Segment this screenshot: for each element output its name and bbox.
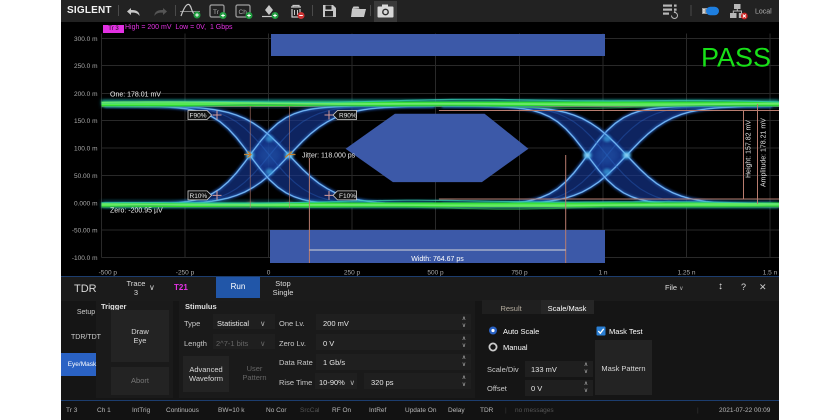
svg-text:Width: 764.67 ps: Width: 764.67 ps bbox=[411, 256, 464, 263]
svg-text:50.00 m: 50.00 m bbox=[74, 173, 98, 180]
svg-text:Amplitude: 178.21 mV: Amplitude: 178.21 mV bbox=[761, 118, 768, 187]
svg-text:Tr: Tr bbox=[213, 9, 220, 16]
svg-text:Jitter: 118.000 ps: Jitter: 118.000 ps bbox=[302, 153, 356, 160]
svg-text:-100.0 m: -100.0 m bbox=[72, 255, 98, 262]
svg-text:F90%: F90% bbox=[190, 113, 207, 120]
svg-text:100.0 m: 100.0 m bbox=[74, 146, 98, 153]
svg-text:Height: 157.82 mV: Height: 157.82 mV bbox=[746, 120, 753, 178]
svg-text:Local: Local bbox=[755, 9, 772, 16]
svg-text:R90%: R90% bbox=[339, 113, 357, 120]
svg-text:300.0 m: 300.0 m bbox=[74, 36, 98, 43]
svg-text:F10%: F10% bbox=[339, 193, 356, 200]
svg-text:PASS: PASS bbox=[701, 43, 771, 73]
svg-text:250.0 m: 250.0 m bbox=[74, 63, 98, 70]
svg-text:150.0 m: 150.0 m bbox=[74, 118, 98, 125]
svg-text:One: 178.01 mV: One: 178.01 mV bbox=[110, 92, 161, 99]
svg-text:Zero: -200.95 µV: Zero: -200.95 µV bbox=[110, 208, 163, 215]
svg-text:0.000 m: 0.000 m bbox=[74, 201, 98, 208]
svg-text:200.0 m: 200.0 m bbox=[74, 91, 98, 98]
svg-text:R10%: R10% bbox=[190, 193, 208, 200]
svg-text:-50.00 m: -50.00 m bbox=[72, 228, 98, 235]
